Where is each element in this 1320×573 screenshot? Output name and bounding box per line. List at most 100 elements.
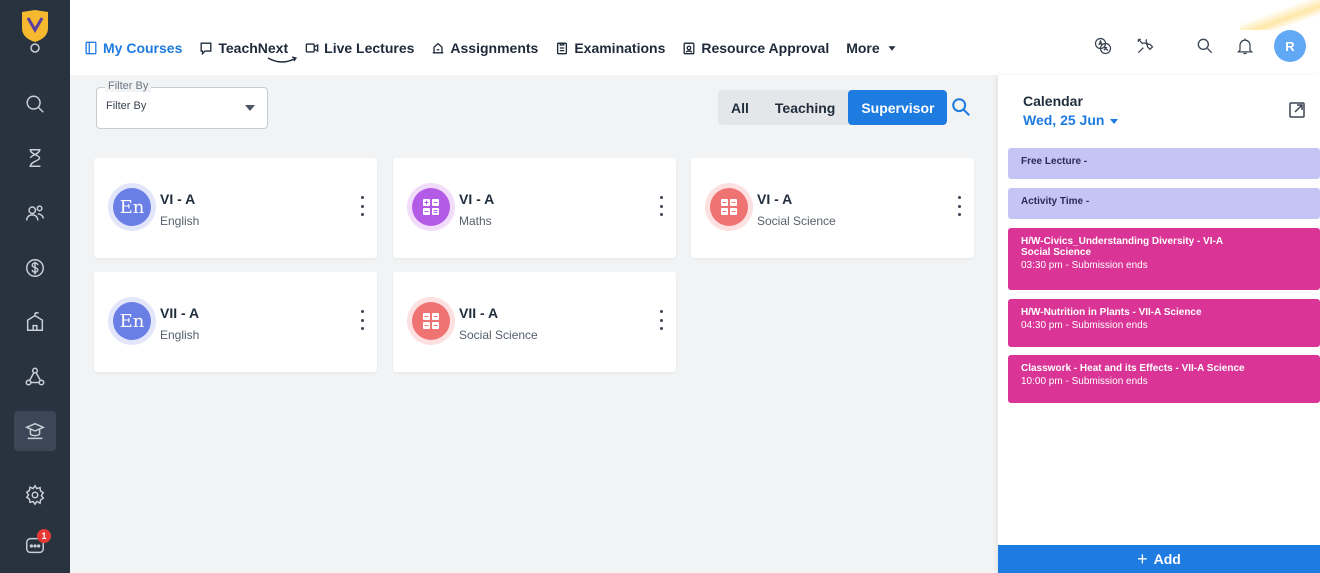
- open-external-icon[interactable]: [1288, 101, 1306, 119]
- video-icon: [305, 43, 319, 53]
- event-title: Activity Time -: [1021, 196, 1090, 207]
- clipboard-icon: [557, 42, 568, 55]
- more-options-icon[interactable]: [359, 310, 365, 330]
- calendar-event[interactable]: Free Lecture -: [1008, 148, 1320, 179]
- bell-icon[interactable]: [1234, 35, 1256, 57]
- sidebar: 1: [0, 0, 70, 573]
- settings-icon[interactable]: [14, 475, 56, 515]
- calendar-title: Calendar: [1023, 93, 1083, 109]
- course-subject: Social Science: [459, 328, 538, 342]
- calendar-event[interactable]: H/W-Nutrition in Plants - VII-A Science …: [1008, 299, 1320, 347]
- nav-label: More: [846, 40, 880, 56]
- nav-label: My Courses: [103, 40, 183, 56]
- calendar-event[interactable]: H/W-Civics_Understanding Diversity - VI-…: [1008, 228, 1320, 290]
- nav-teachnext[interactable]: TeachNext: [199, 40, 288, 56]
- search-icon[interactable]: [950, 96, 972, 118]
- add-event-button[interactable]: + Add: [998, 545, 1320, 573]
- approval-icon: [683, 42, 695, 55]
- more-options-icon[interactable]: [658, 196, 664, 216]
- course-subject: English: [160, 214, 200, 228]
- user-avatar[interactable]: R: [1274, 30, 1306, 62]
- social-science-icon: [721, 199, 737, 215]
- book-icon: [85, 41, 97, 55]
- course-icon-text: En: [119, 310, 145, 332]
- caret-down-icon: [245, 105, 255, 111]
- add-label: Add: [1153, 551, 1181, 567]
- social-science-icon: [423, 313, 439, 329]
- course-card[interactable]: En VII - A English: [94, 272, 377, 372]
- event-subtitle: Social Science: [1021, 247, 1092, 258]
- course-icon-text: En: [119, 196, 145, 218]
- calendar-date: Wed, 25 Jun: [1023, 112, 1105, 128]
- event-title: H/W-Nutrition in Plants - VII-A Science: [1021, 307, 1202, 318]
- main-nav: My Courses TeachNext Live Lectures Assig…: [84, 40, 916, 56]
- search-icon[interactable]: [14, 84, 56, 124]
- course-card[interactable]: En VI - A English: [94, 158, 377, 258]
- nav-label: Examinations: [574, 40, 666, 56]
- chevron-down-icon: [888, 46, 896, 51]
- event-time: 04:30 pm - Submission ends: [1021, 320, 1148, 331]
- role-toggle: All Teaching Supervisor: [718, 90, 948, 125]
- course-subject: Social Science: [757, 214, 836, 228]
- calendar-event[interactable]: Classwork - Heat and its Effects - VII-A…: [1008, 355, 1320, 403]
- more-options-icon[interactable]: [658, 310, 664, 330]
- segment-all[interactable]: All: [718, 90, 762, 125]
- more-options-icon[interactable]: [359, 196, 365, 216]
- calendar-date-picker[interactable]: Wed, 25 Jun: [1023, 112, 1119, 128]
- plus-icon: +: [1137, 548, 1148, 569]
- network-icon[interactable]: [14, 357, 56, 397]
- more-options-icon[interactable]: [956, 196, 962, 216]
- school-icon[interactable]: [14, 302, 56, 342]
- event-title: H/W-Civics_Understanding Diversity - VI-…: [1021, 236, 1224, 247]
- courses-icon[interactable]: [14, 411, 56, 451]
- caret-down-icon: [1110, 118, 1119, 124]
- event-time: 10:00 pm - Submission ends: [1021, 376, 1148, 387]
- wrench-icon[interactable]: [1134, 35, 1156, 57]
- nav-label: Resource Approval: [701, 40, 830, 56]
- filter-legend: Filter By: [105, 80, 152, 92]
- segment-supervisor[interactable]: Supervisor: [848, 90, 948, 125]
- dollar-icon[interactable]: [14, 248, 56, 288]
- event-title: Classwork - Heat and its Effects - VII-A…: [1021, 363, 1245, 374]
- course-class: VII - A: [459, 305, 499, 321]
- filter-value: Filter By: [106, 100, 147, 112]
- nav-label: Live Lectures: [324, 40, 415, 56]
- calculator-icon: [423, 199, 439, 215]
- users-icon[interactable]: [14, 193, 56, 233]
- decorative-banner: [1240, 0, 1320, 30]
- nav-label: Assignments: [450, 40, 539, 56]
- nav-label: TeachNext: [218, 40, 289, 56]
- filter-select[interactable]: Filter By Filter By: [96, 80, 268, 129]
- course-icon: [407, 183, 455, 231]
- top-bar: My Courses TeachNext Live Lectures Assig…: [70, 0, 1320, 75]
- course-card[interactable]: VI - A Maths: [393, 158, 676, 258]
- event-time: 03:30 pm - Submission ends: [1021, 260, 1148, 271]
- course-class: VI - A: [160, 191, 196, 207]
- assignment-icon: [433, 42, 444, 54]
- course-subject: Maths: [459, 214, 492, 228]
- notification-badge: 1: [37, 529, 51, 543]
- event-title: Free Lecture -: [1021, 156, 1088, 167]
- course-class: VII - A: [160, 305, 200, 321]
- course-card[interactable]: VI - A Social Science: [691, 158, 974, 258]
- app-logo[interactable]: [18, 10, 52, 54]
- teachnext-underline: [267, 56, 297, 63]
- nav-examinations[interactable]: Examinations: [555, 40, 665, 56]
- nav-my-courses[interactable]: My Courses: [84, 40, 182, 56]
- calendar-event[interactable]: Activity Time -: [1008, 188, 1320, 219]
- course-card[interactable]: VII - A Social Science: [393, 272, 676, 372]
- search-icon[interactable]: [1194, 35, 1216, 57]
- segment-teaching[interactable]: Teaching: [762, 90, 848, 125]
- top-icons: R: [1092, 30, 1306, 62]
- hourglass-icon[interactable]: [14, 138, 56, 178]
- nav-live-lectures[interactable]: Live Lectures: [305, 40, 414, 56]
- chat-icon: [200, 42, 212, 55]
- nav-resource-approval[interactable]: Resource Approval: [682, 40, 829, 56]
- nav-more[interactable]: More: [846, 40, 898, 56]
- course-icon: En: [108, 183, 156, 231]
- course-class: VI - A: [459, 191, 495, 207]
- course-subject: English: [160, 328, 200, 342]
- nav-assignments[interactable]: Assignments: [431, 40, 538, 56]
- translate-icon[interactable]: [1092, 35, 1114, 57]
- course-icon: En: [108, 297, 156, 345]
